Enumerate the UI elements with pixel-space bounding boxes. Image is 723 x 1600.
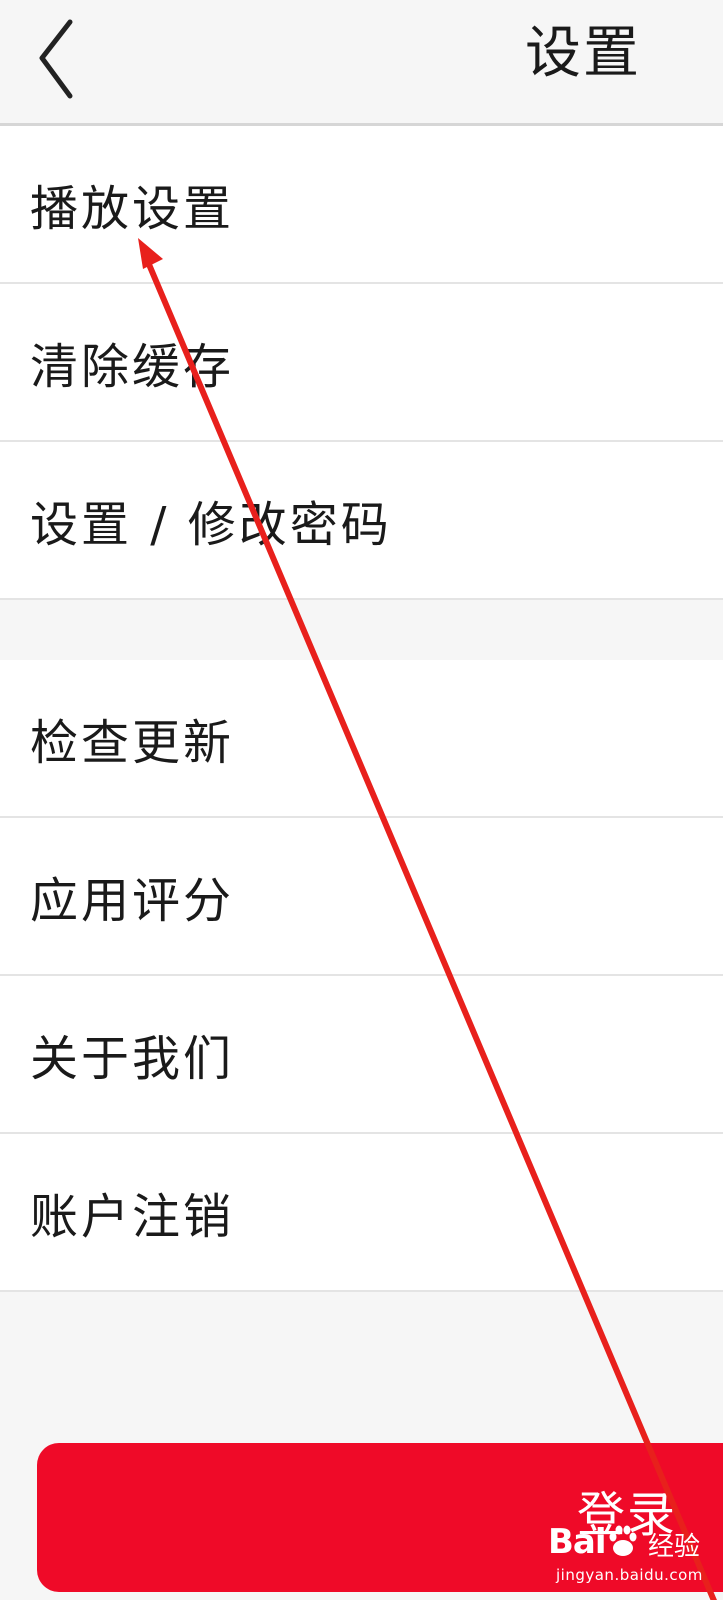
settings-group-account: 播放设置 清除缓存 设置 / 修改密码 <box>0 126 723 600</box>
back-button[interactable] <box>28 10 88 110</box>
settings-item-playback[interactable]: 播放设置 <box>0 126 723 284</box>
settings-item-delete-account[interactable]: 账户注销 <box>0 1134 723 1292</box>
settings-group-app: 检查更新 应用评分 关于我们 账户注销 <box>0 660 723 1292</box>
settings-item-label: 账户注销 <box>30 1189 235 1245</box>
paw-icon <box>609 1525 637 1556</box>
page-title: 设置 <box>525 21 641 86</box>
baidu-jingyan-watermark: Bai 经验 jingyan.baidu.com <box>548 1522 723 1592</box>
settings-item-clear-cache[interactable]: 清除缓存 <box>0 284 723 442</box>
settings-item-password[interactable]: 设置 / 修改密码 <box>0 442 723 600</box>
settings-item-label: 清除缓存 <box>30 339 235 395</box>
settings-item-about-us[interactable]: 关于我们 <box>0 976 723 1134</box>
settings-item-rate-app[interactable]: 应用评分 <box>0 818 723 976</box>
watermark-text: 经验 <box>648 1532 701 1562</box>
watermark-url: jingyan.baidu.com <box>556 1566 703 1584</box>
settings-item-check-update[interactable]: 检查更新 <box>0 660 723 818</box>
settings-item-label: 设置 / 修改密码 <box>30 497 392 553</box>
top-navigation-bar: 设置 <box>0 0 723 126</box>
watermark-logo-text: Bai <box>548 1522 607 1562</box>
settings-item-label: 应用评分 <box>30 873 235 929</box>
settings-item-label: 检查更新 <box>30 715 235 771</box>
chevron-left-icon <box>39 19 73 99</box>
settings-item-label: 关于我们 <box>30 1031 235 1087</box>
settings-item-label: 播放设置 <box>30 181 235 237</box>
settings-screen: 设置 播放设置 清除缓存 设置 / 修改密码 检查更新 应用评分 关于我们 账户… <box>0 0 723 1600</box>
